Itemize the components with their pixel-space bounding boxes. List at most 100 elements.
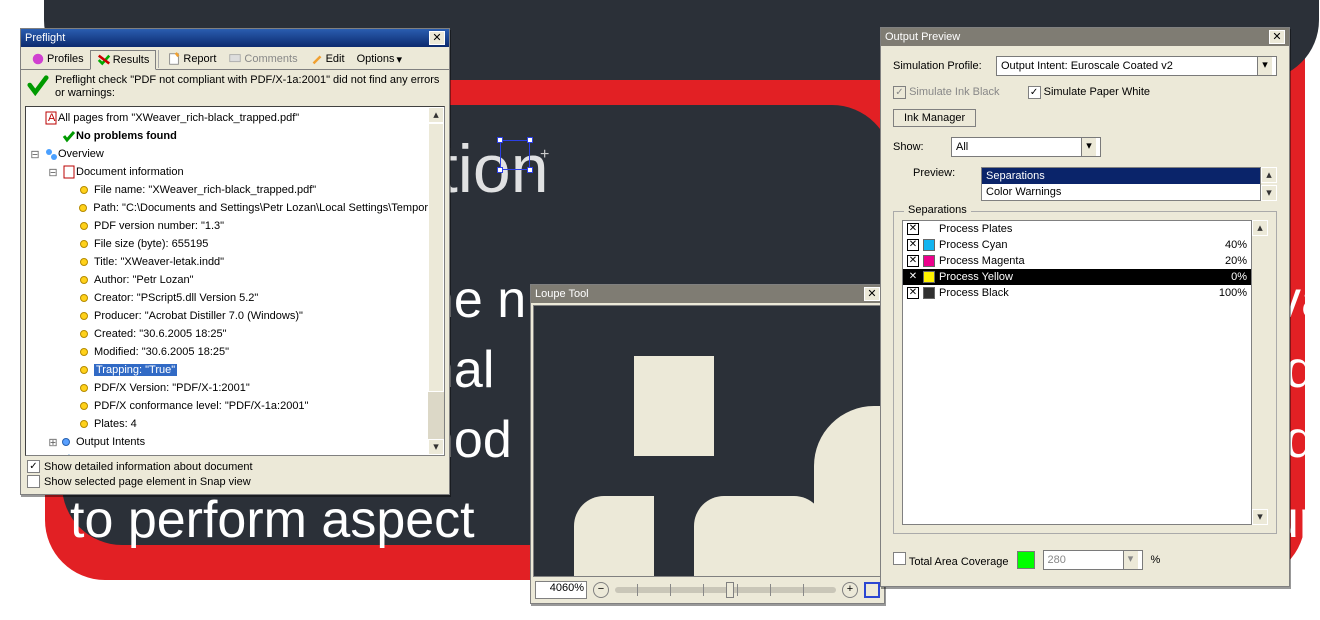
zoom-slider[interactable] — [615, 587, 836, 593]
tree-row[interactable]: Trapping: "True" — [26, 361, 428, 379]
preview-row: Preview: Separations Color Warnings ▴ ▾ — [893, 167, 1277, 201]
tree-row[interactable]: ⊞Output Intents — [26, 433, 428, 451]
chevron-down-icon: ▾ — [1081, 138, 1096, 156]
color-swatch — [923, 255, 935, 267]
preflight-window: Preflight ✕ Profiles Results Report Comm… — [20, 28, 450, 495]
separation-toggle[interactable]: ✕ — [907, 223, 919, 235]
loupe-controls: 4060% − + — [531, 579, 884, 603]
pdf-icon: A — [44, 111, 58, 125]
snap-button[interactable] — [864, 582, 880, 598]
scroll-thumb[interactable] — [428, 123, 444, 392]
tree-row[interactable]: File size (byte): 655195 — [26, 235, 428, 253]
zoom-out-button[interactable]: − — [593, 582, 609, 598]
tab-results[interactable]: Results — [90, 50, 157, 70]
loupe-window: Loupe Tool ✕ 4060% − + — [530, 284, 885, 604]
tac-checkbox[interactable]: Total Area Coverage — [893, 552, 1009, 568]
close-button[interactable]: ✕ — [1269, 30, 1285, 44]
output-preview-title: Output Preview — [885, 31, 960, 43]
tree-row[interactable]: ⊟ Overview — [26, 145, 428, 163]
show-select[interactable]: All▾ — [951, 137, 1101, 157]
preflight-options: ✓Show detailed information about documen… — [21, 456, 449, 494]
zoom-input[interactable]: 4060% — [535, 581, 587, 599]
color-swatch — [923, 287, 935, 299]
scroll-track[interactable] — [428, 123, 444, 439]
tree-row[interactable]: No problems found — [26, 127, 428, 145]
color-swatch — [923, 271, 935, 283]
tab-comments: Comments — [222, 50, 303, 68]
tab-profiles[interactable]: Profiles — [25, 50, 90, 68]
separation-toggle[interactable]: ✕ — [907, 239, 919, 251]
checkmark-icon — [62, 129, 76, 143]
scroll-up[interactable]: ▴ — [1252, 220, 1268, 236]
tac-swatch[interactable] — [1017, 551, 1035, 569]
separation-row[interactable]: ✕Process Cyan40% — [903, 237, 1251, 253]
tree-row[interactable]: Path: "C:\Documents and Settings\Petr Lo… — [26, 199, 428, 217]
tree-row[interactable]: Author: "Petr Lozan" — [26, 271, 428, 289]
preflight-titlebar[interactable]: Preflight ✕ — [21, 29, 449, 47]
scroll-down[interactable]: ▾ — [1252, 509, 1268, 525]
separation-row[interactable]: ✕Process Yellow0% — [903, 269, 1251, 285]
tree-row[interactable]: PDF version number: "1.3" — [26, 217, 428, 235]
preflight-toolbar: Profiles Results Report Comments Edit Op… — [21, 47, 449, 69]
show-row: Show: All▾ — [893, 137, 1277, 157]
loupe-viewport[interactable] — [533, 305, 882, 577]
preview-listbox[interactable]: Separations Color Warnings — [981, 167, 1261, 201]
slider-thumb[interactable] — [726, 582, 734, 598]
crosshair-icon: + — [540, 146, 549, 164]
chevron-down-icon: ▾ — [1123, 551, 1138, 569]
tree-row[interactable]: Creator: "PScript5.dll Version 5.2" — [26, 289, 428, 307]
chevron-down-icon: ▾ — [1257, 57, 1272, 75]
preview-option-separations[interactable]: Separations — [982, 168, 1260, 184]
tree-row[interactable]: A All pages from "XWeaver_rich-black_tra… — [26, 109, 428, 127]
overview-icon — [44, 147, 58, 161]
simulation-profile-row: Simulation Profile: Output Intent: Euros… — [893, 56, 1277, 76]
tree-row[interactable]: Created: "30.6.2005 18:25" — [26, 325, 428, 343]
show-detailed-checkbox[interactable]: ✓Show detailed information about documen… — [27, 460, 443, 473]
close-button[interactable]: ✕ — [864, 287, 880, 301]
bg-text-line4: to perform aspect — [70, 490, 475, 550]
tree-row[interactable]: ⊟ Document information — [26, 163, 428, 181]
separation-toggle[interactable]: ✕ — [907, 255, 919, 267]
tree-row[interactable]: PDF/X Version: "PDF/X-1:2001" — [26, 379, 428, 397]
show-snap-checkbox[interactable]: Show selected page element in Snap view — [27, 475, 443, 488]
separation-row[interactable]: ✕Process Magenta20% — [903, 253, 1251, 269]
color-swatch — [923, 239, 935, 251]
tab-edit[interactable]: Edit — [304, 50, 351, 68]
output-preview-titlebar[interactable]: Output Preview ✕ — [881, 28, 1289, 46]
tree-row[interactable]: PDF/X conformance level: "PDF/X-1a:2001" — [26, 397, 428, 415]
selection-rect[interactable] — [500, 140, 530, 170]
chevron-down-icon: ▾ — [396, 53, 402, 66]
simulate-row: ✓ Simulate Ink Black ✓ Simulate Paper Wh… — [893, 86, 1277, 99]
scrollbar[interactable]: ▴ ▾ — [428, 107, 444, 455]
tac-value-select: 280▾ — [1043, 550, 1143, 570]
tree-row[interactable]: Producer: "Acrobat Distiller 7.0 (Window… — [26, 307, 428, 325]
simulate-paper-white-checkbox[interactable]: ✓ Simulate Paper White — [1028, 86, 1150, 99]
tree-row[interactable]: Plates: 4 — [26, 415, 428, 433]
scroll-up[interactable]: ▴ — [1261, 167, 1277, 183]
tree-row[interactable]: Title: "XWeaver-letak.indd" — [26, 253, 428, 271]
separations-group: Separations ✕Process Plates✕Process Cyan… — [893, 211, 1277, 534]
preflight-title: Preflight — [25, 32, 65, 44]
preflight-tree[interactable]: A All pages from "XWeaver_rich-black_tra… — [25, 106, 445, 456]
simulation-profile-select[interactable]: Output Intent: Euroscale Coated v2▾ — [996, 56, 1277, 76]
separations-list[interactable]: ✕Process Plates✕Process Cyan40%✕Process … — [902, 220, 1252, 525]
tab-report[interactable]: Report — [161, 50, 222, 68]
ink-manager-button[interactable]: Ink Manager — [893, 109, 976, 127]
scroll-down[interactable]: ▾ — [1261, 185, 1277, 201]
tab-options[interactable]: Options▾ — [351, 51, 408, 68]
tree-row[interactable]: Modified: "30.6.2005 18:25" — [26, 343, 428, 361]
zoom-in-button[interactable]: + — [842, 582, 858, 598]
separation-toggle[interactable]: ✕ — [907, 271, 919, 283]
tree-row[interactable]: Layers: none — [26, 451, 428, 455]
scroll-down[interactable]: ▾ — [428, 439, 444, 455]
scroll-up[interactable]: ▴ — [428, 107, 444, 123]
separation-row[interactable]: ✕Process Plates — [903, 221, 1251, 237]
tree-row[interactable]: File name: "XWeaver_rich-black_trapped.p… — [26, 181, 428, 199]
separation-row[interactable]: ✕Process Black100% — [903, 285, 1251, 301]
preflight-message: Preflight check "PDF not compliant with … — [21, 69, 449, 106]
pdf-icon — [62, 165, 76, 179]
preview-option-color-warnings[interactable]: Color Warnings — [982, 184, 1260, 200]
close-button[interactable]: ✕ — [429, 31, 445, 45]
loupe-titlebar[interactable]: Loupe Tool ✕ — [531, 285, 884, 303]
separation-toggle[interactable]: ✕ — [907, 287, 919, 299]
